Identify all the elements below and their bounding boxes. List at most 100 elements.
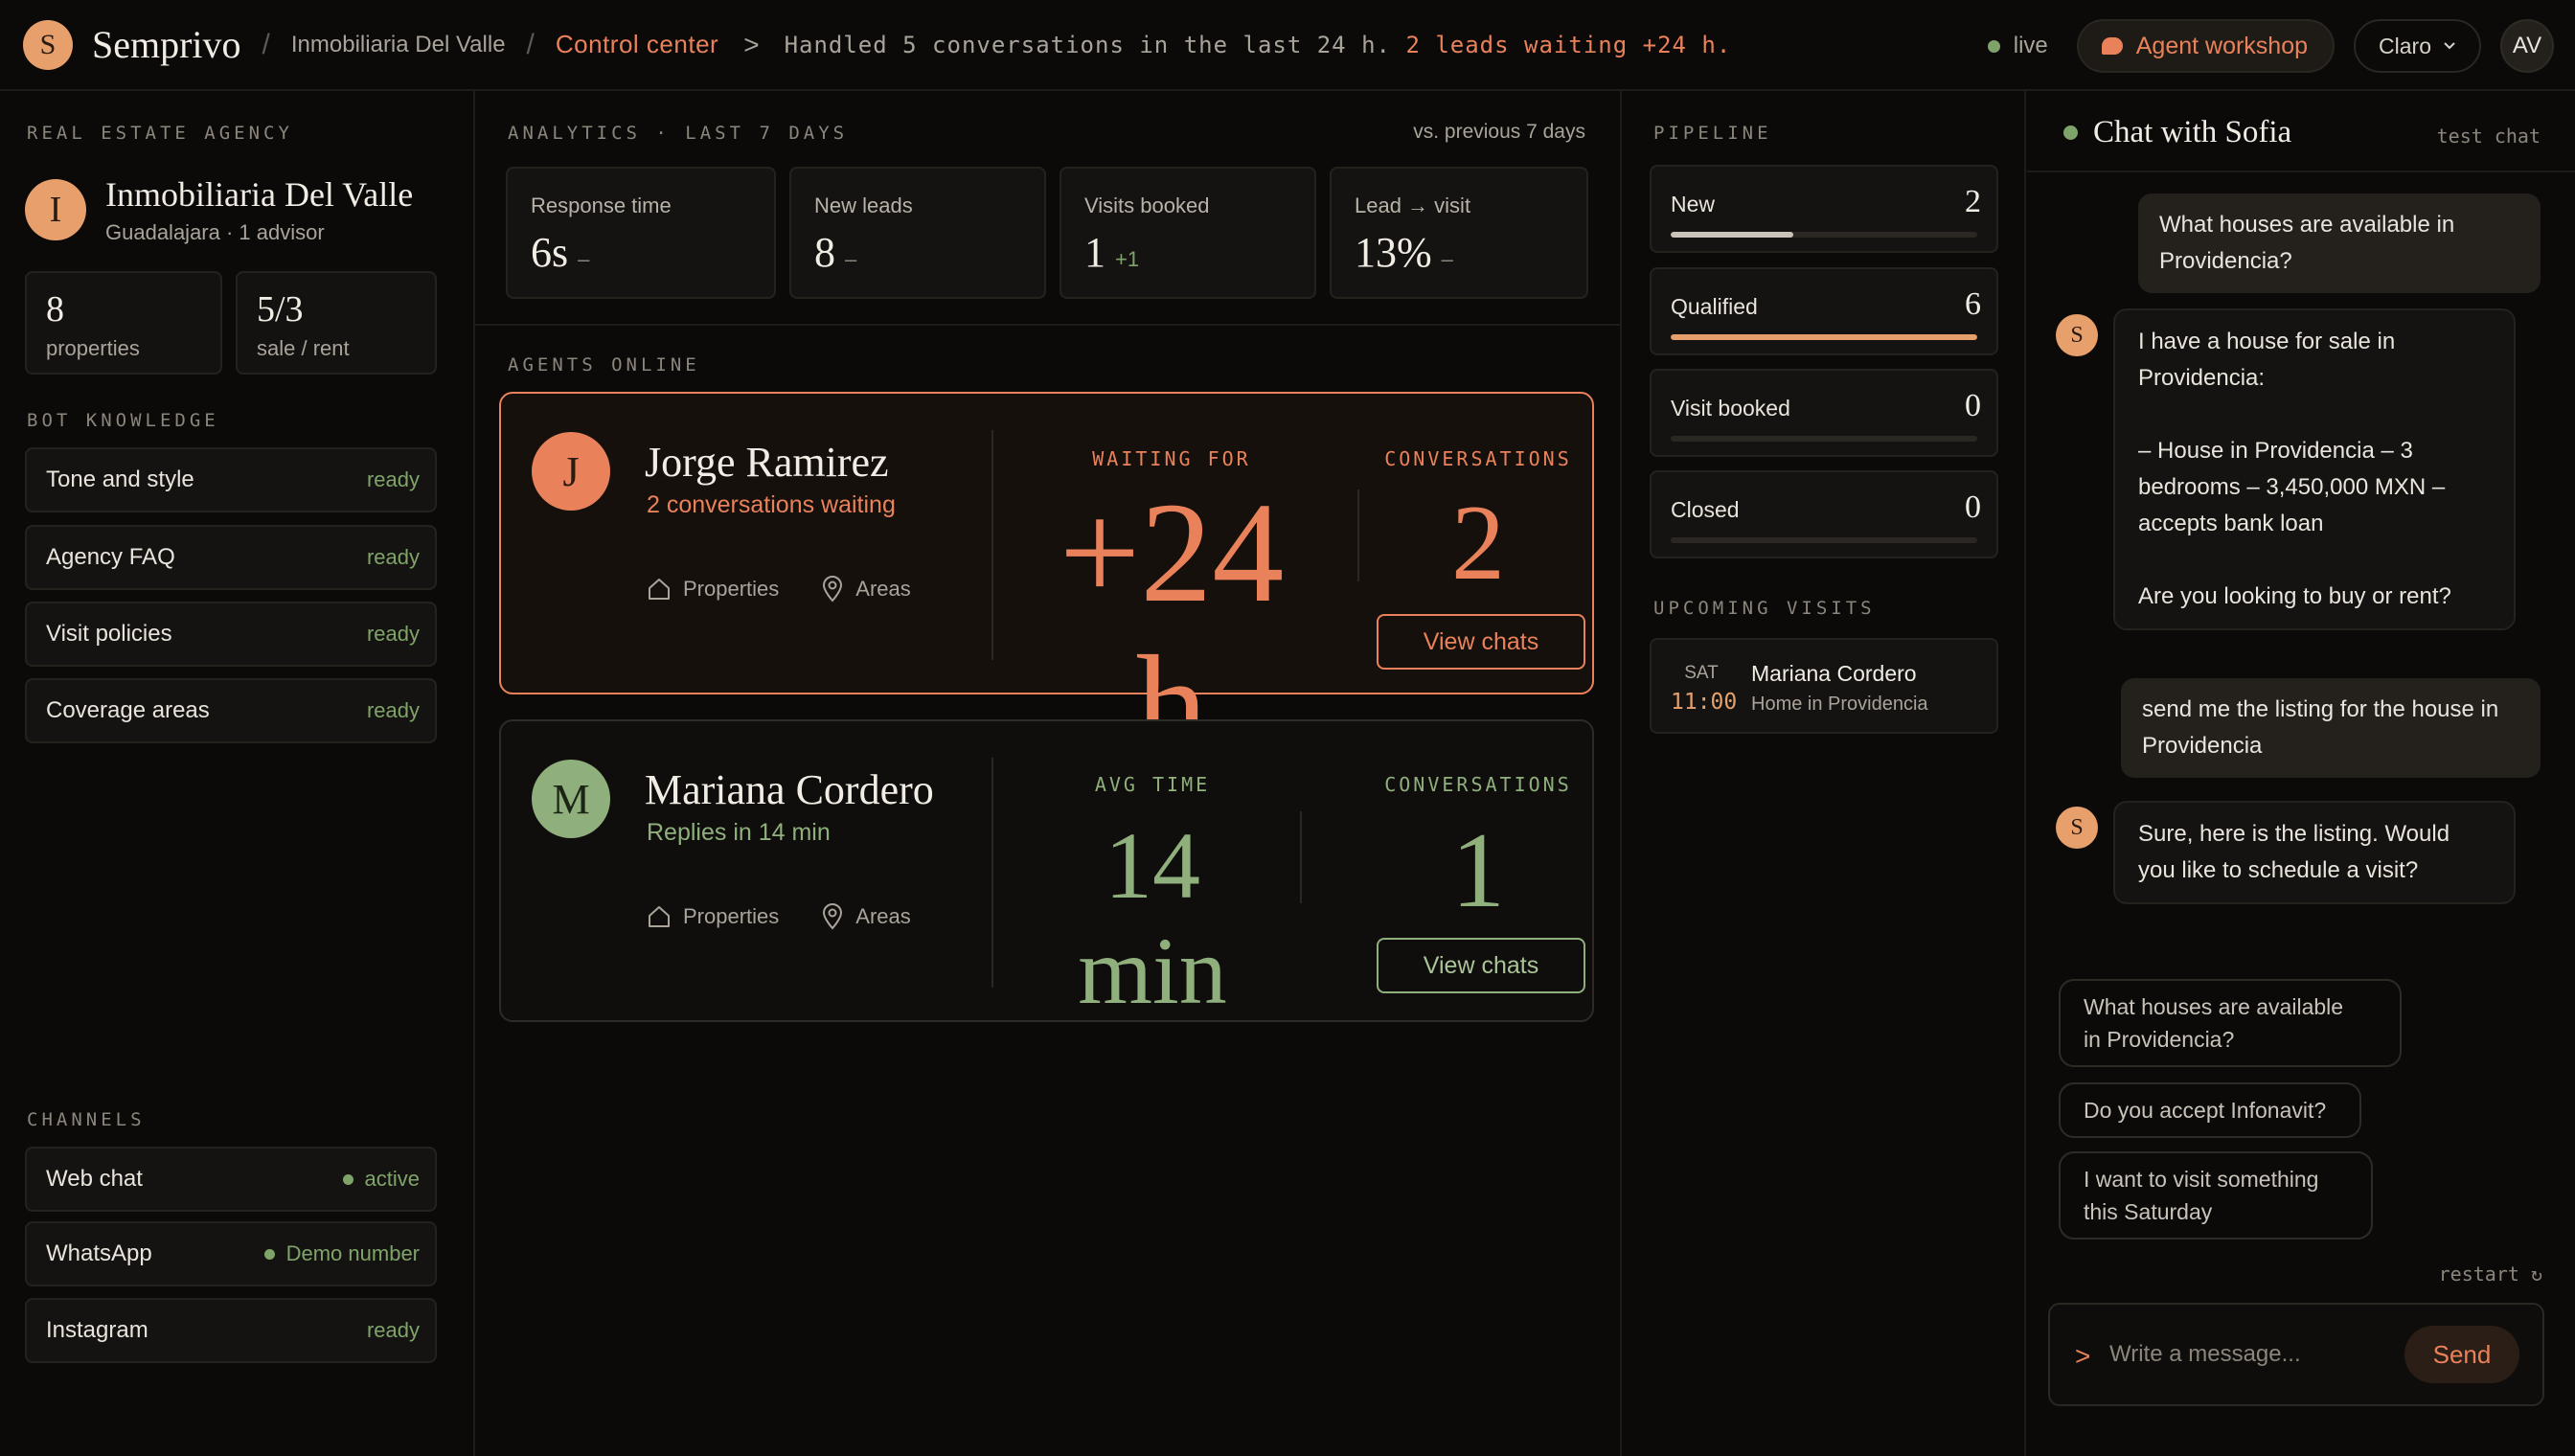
channel-whatsapp[interactable]: WhatsApp Demo number	[25, 1221, 437, 1286]
bot-avatar: S	[2056, 807, 2098, 849]
breadcrumb-current[interactable]: Control center	[556, 30, 718, 59]
agent-links: Properties Areas	[647, 576, 911, 603]
upcoming-visits-label: UPCOMING VISITS	[1653, 598, 1876, 619]
summary-alert: 2 leads waiting +24 h.	[1405, 31, 1732, 58]
metric-lead-to-visit: Lead → visit 13% –	[1330, 167, 1588, 299]
bot-avatar: S	[2056, 314, 2098, 356]
knowledge-item-faq[interactable]: Agency FAQ ready	[25, 525, 437, 590]
breadcrumb-separator: /	[262, 28, 270, 60]
agent-status: 2 conversations waiting	[647, 491, 896, 518]
bot-message: Sure, here is the listing. Would you lik…	[2113, 801, 2516, 904]
metric-value: 1	[1084, 229, 1105, 276]
brand-name: Semprivo	[92, 23, 241, 66]
metric-value: 8	[814, 229, 835, 276]
channel-label: Instagram	[46, 1317, 148, 1343]
agent-avatar: M	[532, 760, 610, 838]
agent-avatar: J	[532, 432, 610, 511]
conversations-value: 1	[1451, 811, 1505, 930]
map-pin-icon	[823, 576, 843, 603]
agency-section-label: REAL ESTATE AGENCY	[27, 123, 293, 144]
user-message: send me the listing for the house in Pro…	[2121, 678, 2541, 778]
knowledge-item-coverage[interactable]: Coverage areas ready	[25, 678, 437, 743]
breadcrumb-separator: /	[526, 28, 535, 60]
bot-message: I have a house for sale in Providencia: …	[2113, 308, 2516, 630]
metric-new-leads: New leads 8–	[789, 167, 1046, 299]
stage-progress-track	[1671, 232, 1977, 238]
card-divider	[1300, 811, 1302, 903]
comparison-note: vs. previous 7 days	[1413, 121, 1585, 143]
properties-label: Properties	[683, 577, 780, 601]
user-avatar[interactable]: AV	[2500, 19, 2554, 73]
status-badge: ready	[366, 1318, 420, 1342]
view-chats-button[interactable]: View chats	[1377, 614, 1585, 670]
knowledge-item-visit-policies[interactable]: Visit policies ready	[25, 602, 437, 667]
stage-progress-track	[1671, 334, 1977, 340]
prompt-chevron-icon: >	[2075, 1341, 2091, 1371]
pipeline-stage-qualified[interactable]: Qualified 6	[1650, 267, 1998, 355]
live-label: live	[2013, 33, 2048, 58]
stage-progress-fill	[1671, 334, 1977, 340]
chevron-right-icon: >	[743, 29, 760, 59]
theme-select[interactable]: Claro	[2354, 19, 2481, 73]
stage-label: Closed	[1671, 497, 1740, 522]
visit-time: 11:00	[1671, 690, 1738, 715]
home-icon	[649, 579, 670, 600]
send-button[interactable]: Send	[2404, 1326, 2519, 1383]
section-divider	[475, 324, 1620, 326]
areas-link[interactable]: Areas	[821, 903, 911, 930]
suggestion-chip[interactable]: I want to visit something this Saturday	[2059, 1151, 2373, 1240]
agent-card-jorge: J Jorge Ramirez 2 conversations waiting …	[499, 392, 1594, 783]
stage-progress-fill	[1671, 232, 1793, 238]
chat-mode-tag: test chat	[2436, 125, 2541, 148]
pipeline-stage-new[interactable]: New 2	[1650, 165, 1998, 253]
areas-link[interactable]: Areas	[821, 576, 911, 603]
pipeline-stage-closed[interactable]: Closed 0	[1650, 470, 1998, 558]
suggestion-chip[interactable]: Do you accept Infonavit?	[2059, 1082, 2361, 1138]
agent-card-mariana: M Mariana Cordero Replies in 14 min Prop…	[499, 719, 1594, 1024]
visit-item[interactable]: SAT 11:00 Mariana Cordero Home in Provid…	[1650, 638, 1998, 734]
metric-value-row: 6s –	[531, 228, 751, 277]
summary-text: Handled 5 conversations in the last 24 h…	[784, 31, 1391, 58]
metric-delta: –	[1441, 247, 1453, 271]
metric-label: Lead → visit	[1355, 193, 1471, 217]
card-divider	[991, 758, 993, 988]
agents-section-label: AGENTS ONLINE	[508, 354, 700, 375]
metric-value-row: 1 +1	[1084, 228, 1291, 277]
agent-workshop-button[interactable]: Agent workshop	[2076, 19, 2336, 73]
metric-delta: +1	[1115, 247, 1140, 271]
agent-workshop-label: Agent workshop	[2135, 32, 2309, 59]
visit-client: Mariana Cordero	[1751, 661, 1917, 686]
areas-label: Areas	[855, 904, 911, 928]
metric-visits-booked: Visits booked 1 +1	[1060, 167, 1316, 299]
channel-status: Demo number	[263, 1241, 420, 1266]
channel-web-chat[interactable]: Web chat active	[25, 1147, 437, 1212]
chat-header: Chat with Sofia	[2063, 115, 2291, 150]
view-chats-button[interactable]: View chats	[1377, 938, 1585, 993]
pipeline-stage-visit-booked[interactable]: Visit booked 0	[1650, 369, 1998, 457]
metric-response-time: Response time 6s –	[506, 167, 776, 299]
channel-instagram[interactable]: Instagram ready	[25, 1298, 437, 1363]
suggestion-chip[interactable]: What houses are available in Providencia…	[2059, 979, 2402, 1067]
stage-count: 0	[1965, 489, 1981, 525]
restart-chat-button[interactable]: restart ↻	[2439, 1263, 2542, 1285]
chat-divider	[2027, 171, 2575, 172]
logo-badge: S	[23, 19, 73, 70]
map-pin-icon	[823, 903, 843, 930]
knowledge-item-tone[interactable]: Tone and style ready	[25, 447, 437, 512]
agency-avatar: I	[25, 179, 86, 240]
breadcrumb-agency[interactable]: Inmobiliaria Del Valle	[291, 32, 506, 58]
metric-value-row: 8–	[814, 228, 1021, 277]
message-input[interactable]	[2109, 1335, 2359, 1374]
conversations-label: CONVERSATIONS	[1384, 447, 1572, 470]
properties-label: Properties	[683, 904, 780, 928]
properties-link[interactable]: Properties	[647, 904, 779, 929]
properties-link[interactable]: Properties	[647, 577, 779, 602]
avg-time-value: 14 min	[1078, 812, 1227, 1024]
stage-count: 0	[1965, 388, 1981, 423]
avg-time-label: AVG TIME	[1094, 773, 1211, 796]
column-divider	[473, 91, 475, 1456]
message-composer: > Send	[2048, 1303, 2544, 1406]
column-divider	[2024, 91, 2026, 1456]
activity-summary: Handled 5 conversations in the last 24 h…	[785, 32, 1732, 58]
status-badge: ready	[366, 545, 420, 569]
